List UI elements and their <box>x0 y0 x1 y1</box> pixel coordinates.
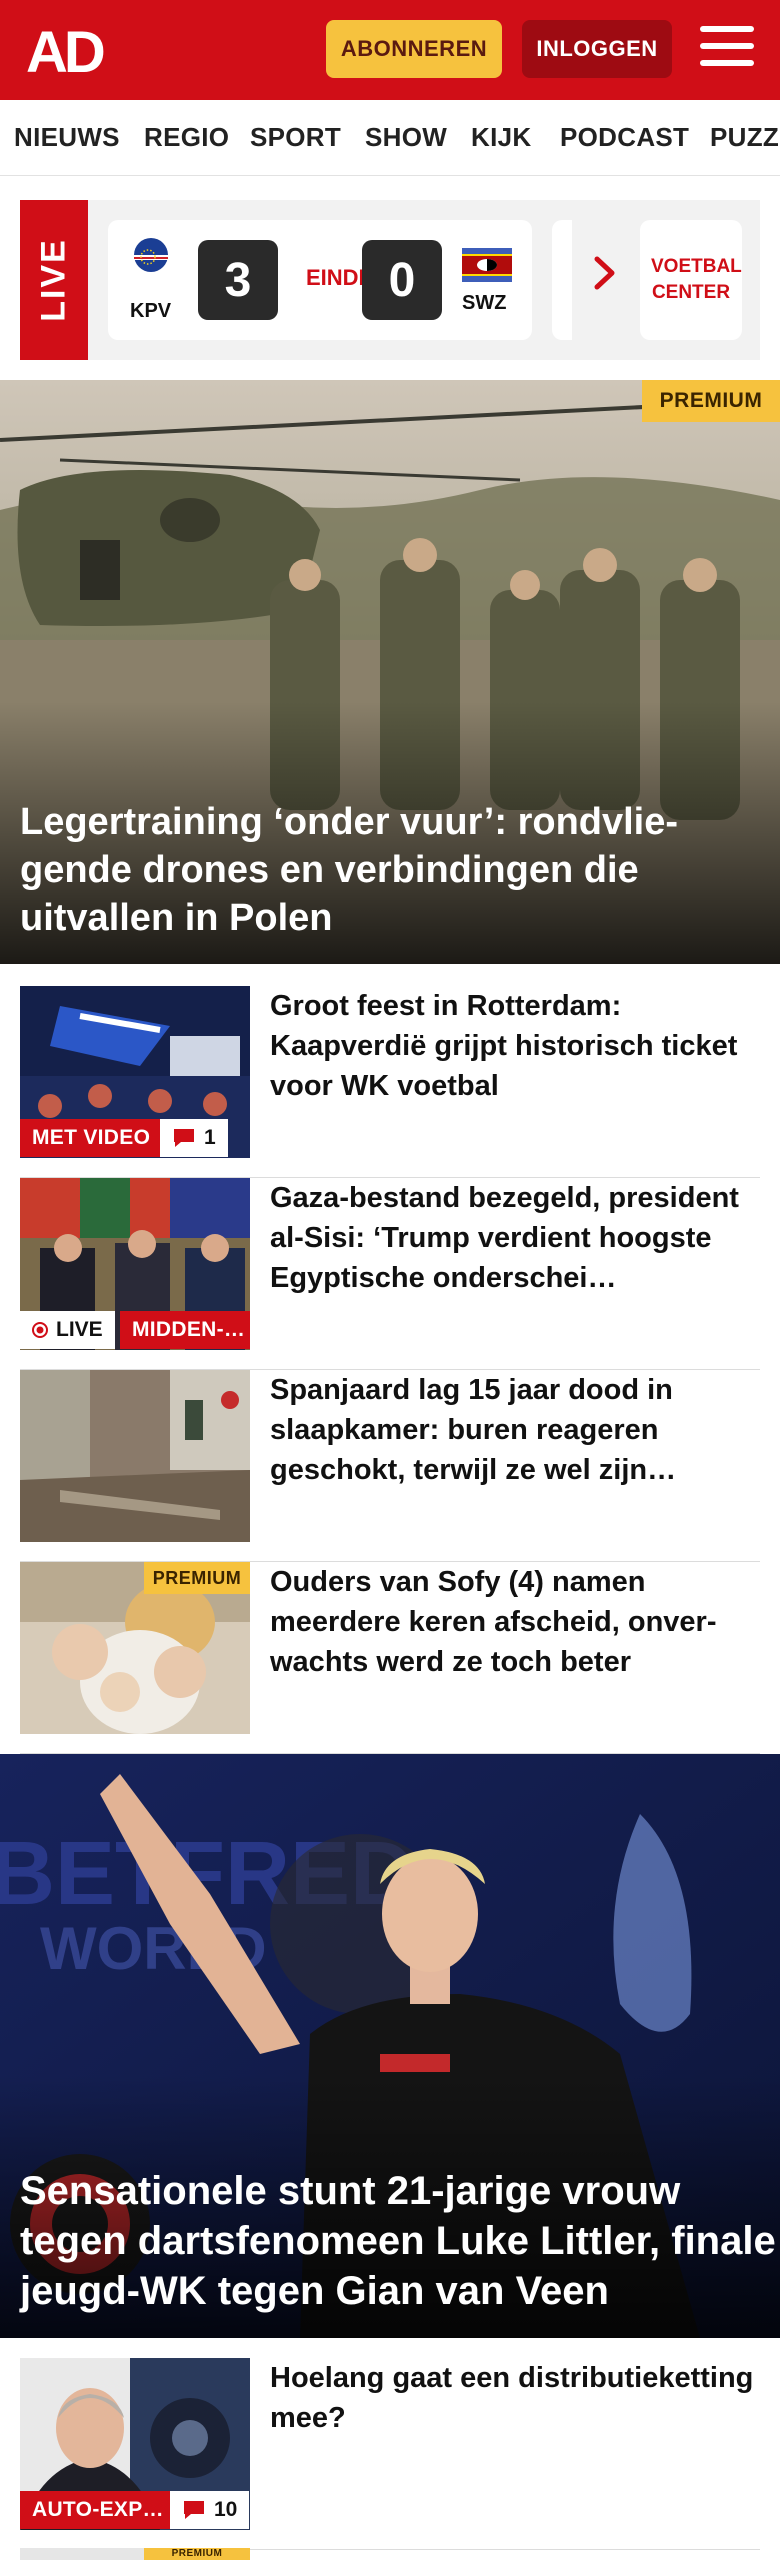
article-title[interactable]: Gaza-bestand bezegeld, president al-Sisi… <box>270 1178 760 1298</box>
nav-item-nieuws[interactable]: NIEUWS <box>14 122 120 153</box>
hero-title[interactable]: Legertraining ‘onder vuur’: rondvlie­gen… <box>20 798 760 942</box>
match-card[interactable]: KPV 3 EINDE 0 SWZ <box>108 220 532 340</box>
svg-text:AD: AD <box>26 20 104 80</box>
eswatini-flag-icon <box>462 248 512 282</box>
cape-verde-flag-icon <box>134 238 168 272</box>
premium-badge: PREMIUM <box>642 380 780 422</box>
category-tag: AUTO-EXP… <box>20 2491 176 2529</box>
premium-badge: PREMIUM <box>144 1562 250 1594</box>
hero-title[interactable]: Sensationele stunt 21-jarige vrouw tegen… <box>20 2166 780 2316</box>
section-nav: NIEUWS REGIO SPORT SHOW KIJK PODCAST PUZ… <box>0 100 780 176</box>
hamburger-icon[interactable] <box>700 26 754 72</box>
list-item[interactable]: Spanjaard lag 15 jaar dood in slaapkamer… <box>20 1370 760 1562</box>
article-title[interactable]: Ouders van Sofy (4) namen meerdere keren… <box>270 1562 760 1682</box>
article-thumbnail <box>20 1370 250 1542</box>
live-dot-icon <box>32 1322 48 1338</box>
home-team: KPV <box>130 300 172 322</box>
top-bar: AD ABONNEREN INLOGGEN <box>0 0 780 100</box>
list-item[interactable]: PREMIUM <box>20 2548 760 2560</box>
article-title[interactable]: Hoelang gaat een distributieket­ting mee… <box>270 2358 760 2438</box>
live-label: LIVE <box>20 200 88 360</box>
ad-logo[interactable]: AD <box>26 20 116 80</box>
comment-count[interactable]: 1 <box>160 1119 228 1157</box>
comment-count[interactable]: 10 <box>170 2491 250 2529</box>
login-button[interactable]: INLOGGEN <box>522 20 672 78</box>
away-score: 0 <box>362 240 442 320</box>
nav-item-kijk[interactable]: KIJK <box>471 122 531 153</box>
video-tag: MET VIDEO <box>20 1119 163 1157</box>
away-team: SWZ <box>462 292 507 314</box>
list-item[interactable]: LIVE MIDDEN-… Gaza-bestand bezegeld, pre… <box>20 1178 760 1370</box>
nav-item-show[interactable]: SHOW <box>365 122 447 153</box>
voetbal-center-link[interactable]: VOETBAL CENTER <box>640 220 742 340</box>
nav-item-puzzel[interactable]: PUZZ <box>710 122 779 153</box>
chevron-right-icon[interactable] <box>592 255 618 291</box>
live-indicator: LIVE <box>20 1311 115 1349</box>
subscribe-button[interactable]: ABONNEREN <box>326 20 502 78</box>
premium-badge: PREMIUM <box>144 2548 250 2560</box>
next-match-card[interactable] <box>552 220 572 340</box>
comment-icon <box>174 1129 194 1147</box>
list-item[interactable]: AUTO-EXP… 10 Hoelang gaat een distributi… <box>20 2358 760 2550</box>
hero-article[interactable]: PREMIUM Legertraining ‘onder vuur’: rond… <box>0 380 780 964</box>
live-scores-strip: LIVE KPV 3 EINDE 0 SWZ VOETBAL CENTER <box>20 200 760 360</box>
article-title[interactable]: Groot feest in Rotterdam: Kaapverdië gri… <box>270 986 760 1106</box>
nav-item-sport[interactable]: SPORT <box>250 122 341 153</box>
nav-item-podcast[interactable]: PODCAST <box>560 122 689 153</box>
article-title[interactable]: Spanjaard lag 15 jaar dood in slaapkamer… <box>270 1370 760 1490</box>
list-item[interactable]: MET VIDEO 1 Groot feest in Rotterdam: Ka… <box>20 986 760 1178</box>
hero-article[interactable]: BETFRED WORLD Sensationele stunt 21-jari… <box>0 1754 780 2338</box>
nav-item-regio[interactable]: REGIO <box>144 122 229 153</box>
category-tag: MIDDEN-… <box>120 1311 250 1349</box>
comment-icon <box>184 2501 204 2519</box>
list-item[interactable]: PREMIUM Ouders van Sofy (4) namen meerde… <box>20 1562 760 1754</box>
home-score: 3 <box>198 240 278 320</box>
